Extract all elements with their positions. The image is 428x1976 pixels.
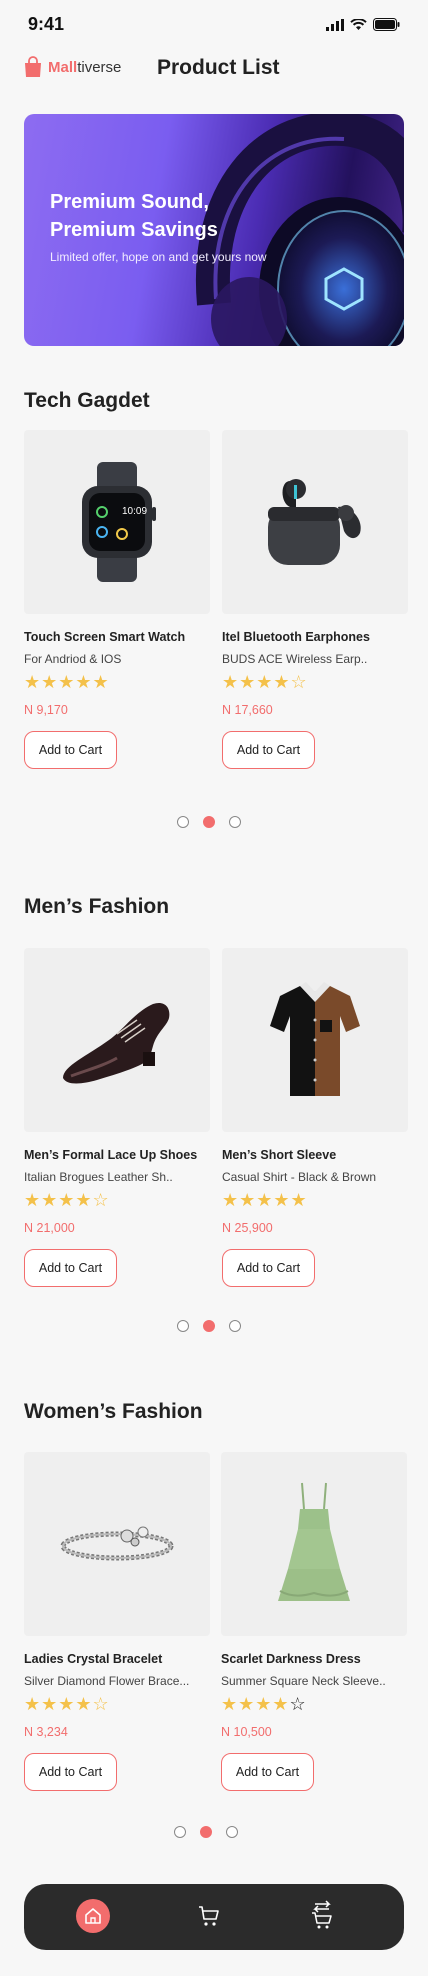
carousel-dot[interactable] <box>177 1320 189 1332</box>
add-to-cart-button[interactable]: Add to Cart <box>24 1753 117 1791</box>
status-icons <box>326 18 400 31</box>
shirt-icon <box>270 982 360 1096</box>
rating-stars: ★★★★☆ <box>24 1190 110 1210</box>
svg-text:10:09: 10:09 <box>122 506 147 517</box>
brand-highlight: Mall <box>48 58 78 76</box>
carousel-dot[interactable] <box>226 1826 238 1838</box>
product-price: N 3,234 <box>24 1725 68 1739</box>
rating-stars: ★★★★★ <box>24 672 110 692</box>
status-time: 9:41 <box>28 14 65 34</box>
banner-subtitle: Limited offer, hope on and get yours now <box>50 250 267 264</box>
promo-banner[interactable]: Premium Sound, Premium Savings Limited o… <box>24 114 404 346</box>
signal-icon <box>326 18 344 31</box>
product-desc: Italian Brogues Leather Sh.. <box>24 1170 173 1184</box>
status-bar: 9:41 <box>0 14 428 38</box>
product-name: Itel Bluetooth Earphones <box>222 630 370 644</box>
battery-icon <box>373 18 400 31</box>
product-image <box>24 948 210 1132</box>
carousel-dot-active[interactable] <box>203 1320 215 1332</box>
product-card[interactable]: Ladies Crystal Bracelet Silver Diamond F… <box>24 1452 210 1791</box>
nav-cart-button[interactable] <box>197 1904 221 1933</box>
carousel-dots[interactable] <box>177 1320 241 1332</box>
brand-rest: tiverse <box>77 58 122 76</box>
product-desc: Summer Square Neck Sleeve.. <box>221 1674 386 1688</box>
product-price: N 17,660 <box>222 703 273 717</box>
product-name: Scarlet Darkness Dress <box>221 1652 361 1666</box>
bottom-nav <box>24 1884 404 1950</box>
add-to-cart-button[interactable]: Add to Cart <box>222 1249 315 1287</box>
brand-name: Malltiverse <box>48 59 121 76</box>
product-name: Men’s Short Sleeve <box>222 1148 337 1162</box>
carousel-dot[interactable] <box>229 816 241 828</box>
product-card[interactable]: Scarlet Darkness Dress Summer Square Nec… <box>221 1452 407 1791</box>
product-image <box>221 1452 407 1636</box>
carousel-dots[interactable] <box>174 1826 238 1838</box>
carousel-dot[interactable] <box>177 816 189 828</box>
carousel-dots[interactable] <box>177 816 241 828</box>
product-name: Men’s Formal Lace Up Shoes <box>24 1148 198 1162</box>
product-desc: BUDS ACE Wireless Earp.. <box>222 652 368 666</box>
product-card[interactable]: 10:09 Touch Screen Smart Watch For Andri… <box>24 430 210 769</box>
rating-star-empty: ☆ <box>289 1694 307 1714</box>
product-name: Ladies Crystal Bracelet <box>24 1652 163 1666</box>
add-to-cart-button[interactable]: Add to Cart <box>24 1249 117 1287</box>
carousel-dot-active[interactable] <box>200 1826 212 1838</box>
product-image <box>222 948 408 1132</box>
shoe-icon <box>63 1002 170 1084</box>
product-card[interactable]: Men’s Short Sleeve Casual Shirt - Black … <box>222 948 408 1287</box>
product-card[interactable]: Itel Bluetooth Earphones BUDS ACE Wirele… <box>222 430 408 769</box>
rating-stars: ★★★★☆ <box>24 1694 110 1714</box>
product-desc: Silver Diamond Flower Brace... <box>24 1674 190 1688</box>
wifi-icon <box>350 18 367 30</box>
product-price: N 25,900 <box>222 1221 273 1235</box>
section-title-women: Women’s Fashion <box>24 1400 203 1423</box>
section-title-men: Men’s Fashion <box>24 895 170 918</box>
add-to-cart-button[interactable]: Add to Cart <box>222 731 315 769</box>
product-list-screen: 9:41 Malltiverse Product List Premium So… <box>0 0 428 1976</box>
carousel-dot-active[interactable] <box>203 816 215 828</box>
carousel-dot[interactable] <box>174 1826 186 1838</box>
nav-orders-button[interactable] <box>309 1900 335 1935</box>
product-card[interactable]: Men’s Formal Lace Up Shoes Italian Brogu… <box>24 948 210 1287</box>
product-price: N 9,170 <box>24 703 68 717</box>
rating-stars: ★★★★☆ <box>222 672 308 692</box>
bracelet-icon <box>60 1526 174 1561</box>
swap-cart-icon <box>312 1900 332 1929</box>
rating-stars: ★★★★☆ <box>221 1694 407 1715</box>
product-price: N 21,000 <box>24 1221 75 1235</box>
shopping-bag-icon <box>25 56 41 77</box>
home-icon <box>85 1908 101 1924</box>
cart-icon <box>199 1906 219 1926</box>
product-name: Touch Screen Smart Watch <box>24 630 186 644</box>
product-desc: For Andriod & IOS <box>24 652 122 666</box>
product-image <box>222 430 408 614</box>
product-image <box>24 1452 210 1636</box>
banner-title: Premium Sound, Premium Savings <box>50 191 218 241</box>
rating-stars: ★★★★★ <box>222 1190 308 1210</box>
product-desc: Casual Shirt - Black & Brown <box>222 1170 377 1184</box>
product-image: 10:09 <box>24 430 210 614</box>
product-price: N 10,500 <box>221 1725 272 1739</box>
nav-home-button[interactable] <box>76 1899 110 1933</box>
earbuds-icon <box>268 479 361 565</box>
section-title-tech: Tech Gagdet <box>24 389 150 412</box>
carousel-dot[interactable] <box>229 1320 241 1332</box>
dress-icon <box>278 1482 350 1601</box>
app-logo[interactable]: Malltiverse <box>24 56 121 78</box>
add-to-cart-button[interactable]: Add to Cart <box>221 1753 314 1791</box>
rating-stars-filled: ★★★★ <box>221 1694 290 1714</box>
add-to-cart-button[interactable]: Add to Cart <box>24 731 117 769</box>
smartwatch-icon: 10:09 <box>82 462 156 582</box>
page-title: Product List <box>157 56 280 79</box>
